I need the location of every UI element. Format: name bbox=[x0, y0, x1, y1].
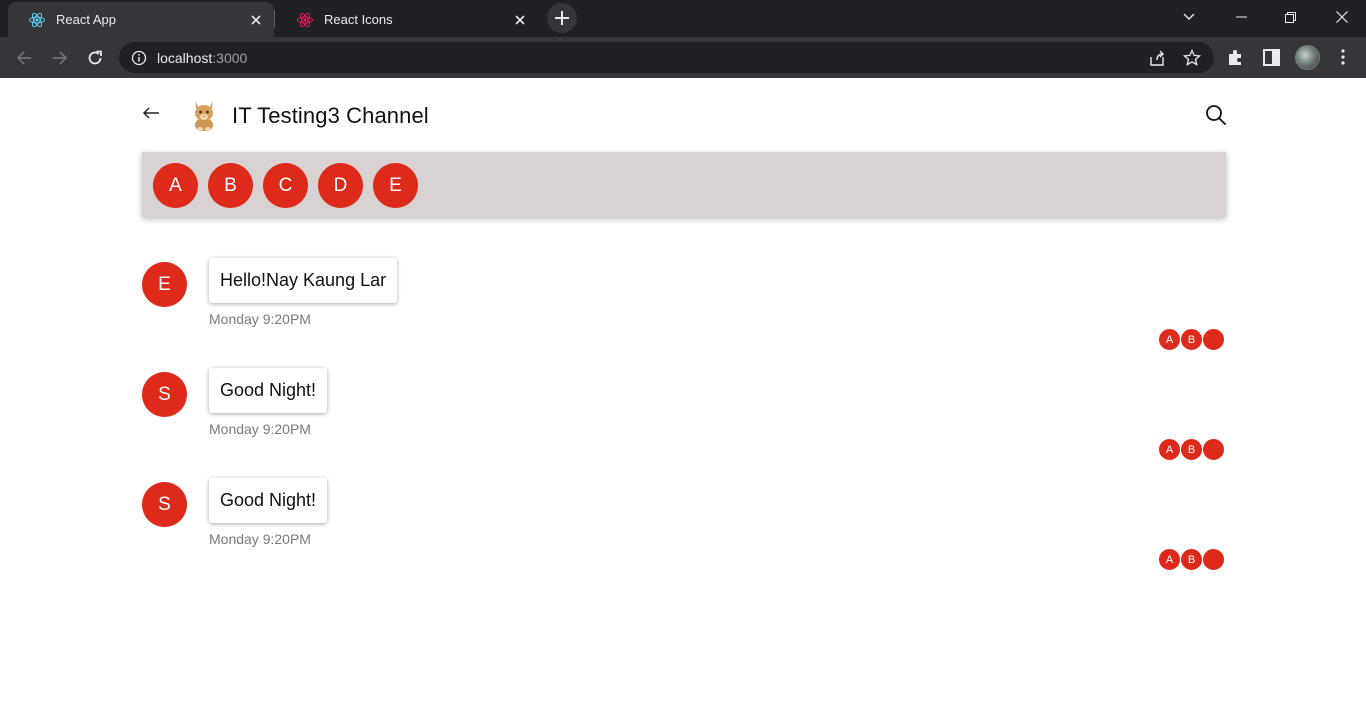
minimize-button[interactable] bbox=[1218, 0, 1264, 34]
reader-avatar: B bbox=[1180, 328, 1203, 351]
member-avatar-c[interactable]: C bbox=[263, 163, 308, 208]
arrow-left-icon bbox=[16, 51, 31, 65]
minimize-icon bbox=[1235, 16, 1247, 18]
message-sender-avatar[interactable]: E bbox=[142, 262, 187, 307]
profile-avatar[interactable] bbox=[1295, 45, 1320, 70]
extensions-icon[interactable] bbox=[1224, 45, 1248, 69]
read-receipts: A B bbox=[1158, 328, 1228, 351]
message-sender-avatar[interactable]: S bbox=[142, 482, 187, 527]
url-text: localhost:3000 bbox=[157, 50, 247, 66]
react-logo-icon bbox=[28, 11, 46, 29]
close-tab-icon[interactable] bbox=[246, 10, 266, 30]
tab-title: React App bbox=[56, 12, 116, 27]
reload-icon bbox=[88, 50, 102, 65]
bookmark-star-icon[interactable] bbox=[1182, 48, 1202, 68]
side-panel-icon[interactable] bbox=[1259, 45, 1283, 69]
reader-avatar bbox=[1202, 328, 1225, 351]
kebab-menu-icon[interactable] bbox=[1331, 45, 1355, 69]
tab-react-icons[interactable]: React Icons bbox=[276, 2, 538, 37]
reader-avatar: A bbox=[1158, 328, 1181, 351]
tab-strip: React App React Icons bbox=[0, 0, 1366, 37]
restore-button[interactable] bbox=[1267, 0, 1313, 34]
tab-separator bbox=[274, 10, 275, 28]
chat-page: IT Testing3 Channel A B C D E E Hello!Na… bbox=[0, 78, 1366, 725]
url-port: :3000 bbox=[212, 49, 248, 66]
message-timestamp: Monday 9:20PM bbox=[209, 531, 311, 547]
new-tab-button[interactable] bbox=[547, 3, 577, 33]
chevron-down-icon bbox=[1183, 13, 1195, 20]
site-info-icon[interactable] bbox=[130, 49, 148, 67]
reader-avatar: B bbox=[1180, 438, 1203, 461]
forward-button[interactable] bbox=[45, 43, 75, 73]
browser-toolbar: localhost:3000 bbox=[0, 37, 1366, 78]
address-bar[interactable]: localhost:3000 bbox=[119, 42, 1214, 73]
reader-avatar bbox=[1202, 548, 1225, 571]
message-timestamp: Monday 9:20PM bbox=[209, 311, 311, 327]
close-icon bbox=[1336, 11, 1348, 23]
read-receipts: A B bbox=[1158, 438, 1228, 461]
search-icon[interactable] bbox=[1205, 104, 1227, 126]
reader-avatar: A bbox=[1158, 548, 1181, 571]
member-avatar-b[interactable]: B bbox=[208, 163, 253, 208]
tab-react-app[interactable]: React App bbox=[8, 2, 274, 37]
message-sender-avatar[interactable]: S bbox=[142, 372, 187, 417]
reader-avatar: B bbox=[1180, 548, 1203, 571]
close-tab-icon[interactable] bbox=[510, 10, 530, 30]
back-button[interactable] bbox=[9, 43, 39, 73]
message-bubble[interactable]: Good Night! bbox=[209, 478, 328, 523]
reader-avatar: A bbox=[1158, 438, 1181, 461]
message-bubble[interactable]: Good Night! bbox=[209, 368, 328, 413]
members-bar: A B C D E bbox=[142, 152, 1226, 217]
member-avatar-d[interactable]: D bbox=[318, 163, 363, 208]
browser-chrome: React App React Icons localhost:3000 bbox=[0, 0, 1366, 78]
tab-search-button[interactable] bbox=[1166, 0, 1212, 34]
message-bubble[interactable]: Hello!Nay Kaung Lar bbox=[209, 258, 398, 303]
message-timestamp: Monday 9:20PM bbox=[209, 421, 311, 437]
reload-button[interactable] bbox=[80, 43, 110, 73]
close-window-button[interactable] bbox=[1319, 0, 1365, 34]
channel-avatar-cat-icon bbox=[189, 98, 219, 132]
share-icon[interactable] bbox=[1147, 48, 1167, 68]
read-receipts: A B bbox=[1158, 548, 1228, 571]
channel-title: IT Testing3 Channel bbox=[232, 103, 429, 128]
react-icons-logo-icon bbox=[296, 11, 314, 29]
member-avatar-a[interactable]: A bbox=[153, 163, 198, 208]
plus-icon bbox=[555, 11, 569, 25]
restore-icon bbox=[1284, 11, 1296, 23]
channel-header: IT Testing3 Channel bbox=[142, 96, 1226, 136]
tab-title: React Icons bbox=[324, 12, 393, 27]
url-host: localhost bbox=[157, 49, 213, 66]
member-avatar-e[interactable]: E bbox=[373, 163, 418, 208]
back-arrow-icon[interactable] bbox=[142, 104, 160, 122]
reader-avatar bbox=[1202, 438, 1225, 461]
arrow-right-icon bbox=[53, 51, 68, 65]
